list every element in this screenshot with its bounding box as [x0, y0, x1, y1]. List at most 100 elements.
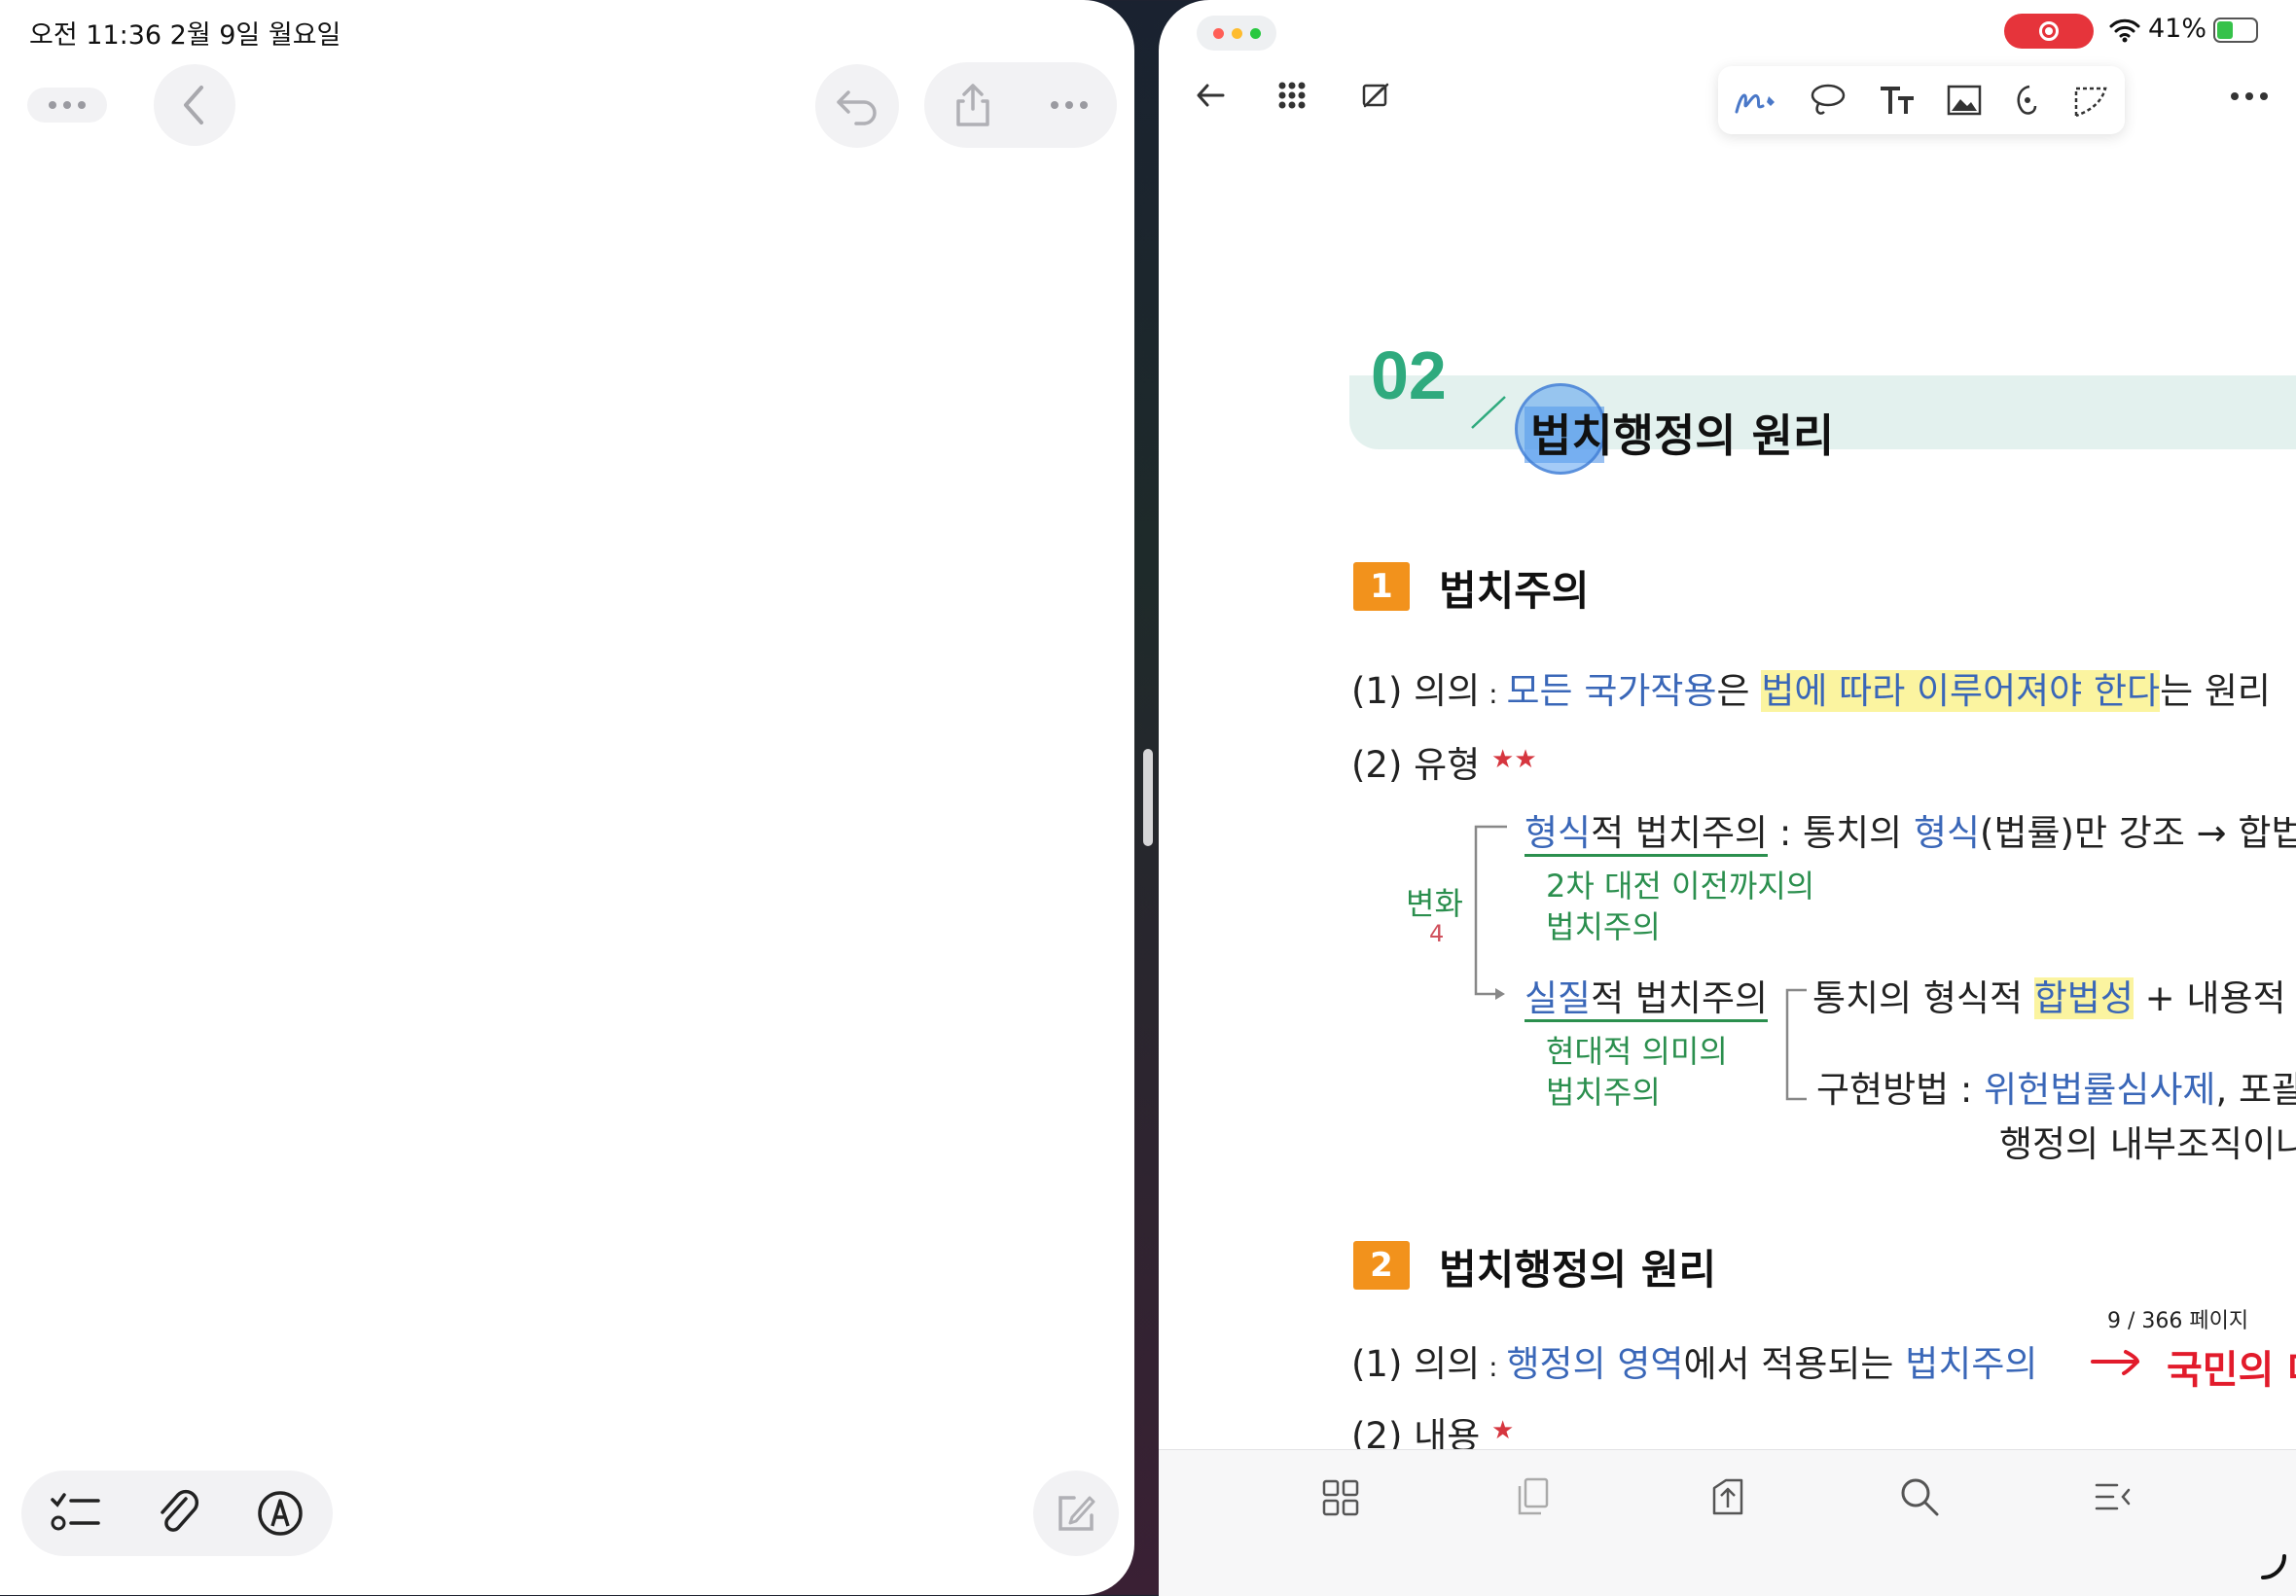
compose-button[interactable]: [1033, 1471, 1119, 1556]
text: 적 법치주의: [1591, 812, 1769, 854]
back-chevron-icon: [184, 86, 203, 124]
text-tool[interactable]: [1879, 85, 1916, 116]
more-icon: [49, 101, 86, 109]
more-menu-button[interactable]: [2230, 82, 2269, 111]
status-time-date: 오전 11:36 2월 9일 월요일: [29, 20, 341, 51]
text: (법률)만 강조 → 합법: [1980, 812, 2296, 854]
colon: :: [1480, 1351, 1507, 1383]
pen-tool[interactable]: [1734, 83, 1778, 118]
markup-pen-icon[interactable]: [256, 1489, 305, 1538]
blue-text: 행정의 영역: [1506, 1343, 1684, 1385]
export-icon[interactable]: [1708, 1474, 1747, 1517]
compose-icon: [1058, 1496, 1095, 1531]
substantive-term: 실질적 법치주의: [1525, 977, 1769, 1022]
text: 에서 적용되는: [1683, 1343, 1906, 1385]
lasso-tool[interactable]: [1809, 83, 1848, 118]
battery-percent: 41%: [2148, 14, 2207, 44]
blue-text: 실질: [1525, 977, 1592, 1019]
image-tool[interactable]: [1947, 85, 1982, 116]
back-arrow-icon: [1197, 84, 1225, 107]
text: 는 원리: [2160, 670, 2271, 712]
annotation-tools: [1718, 66, 2125, 134]
section-2-content: (2) 내용 ★: [1351, 1406, 1514, 1449]
substantive-note-line-1: 현대적 의미의: [1546, 1033, 1728, 1070]
chapter-number: 02: [1371, 337, 1447, 413]
blue-text: 위헌법률심사제: [1984, 1069, 2216, 1111]
shape-icon: [2074, 87, 2107, 118]
lasso-icon: [1812, 84, 1846, 115]
text: 통치의 형식적: [1812, 977, 2034, 1019]
highlighted-text: 법에 따라 이루어져야 한다: [1761, 670, 2161, 712]
back-button[interactable]: [154, 64, 235, 146]
bottom-tools: [21, 1471, 333, 1556]
substantive-note-line-2: 법치주의: [1546, 1074, 1661, 1111]
types-bracket: [1474, 825, 1507, 1000]
blue-text: 형식: [1525, 812, 1592, 854]
implementation-method: 구현방법 : 위헌법률심사제, 포괄: [1816, 1060, 2296, 1113]
label: (1) 의의: [1351, 1343, 1481, 1385]
implementation-method-line-2: 행정의 내부조직이나: [1999, 1123, 2296, 1165]
formal-term: 형식적 법치주의: [1525, 812, 1769, 857]
text: + 내용적: [2133, 977, 2286, 1019]
pen-tool-icon: [1735, 93, 1775, 114]
read-mode-button[interactable]: [1356, 76, 1395, 115]
pencil-slash-icon: [1362, 83, 1389, 108]
battery-icon: [2213, 18, 2258, 43]
formal-rule-of-law: 형식적 법치주의 : 통치의 형식(법률)만 강조 → 합법: [1525, 803, 2296, 857]
section-2-title: 법치행정의 원리: [1439, 1246, 1717, 1294]
handwritten-arrow: [2091, 1350, 2140, 1375]
label: (2) 내용: [1351, 1415, 1481, 1449]
eraser-tool[interactable]: [2012, 83, 2041, 118]
change-count: 4: [1429, 920, 1445, 947]
more-icon[interactable]: [1051, 101, 1088, 109]
paperclip-icon[interactable]: [157, 1489, 199, 1538]
section-1-types: (2) 유형 ★★: [1351, 735, 1537, 788]
undo-button[interactable]: [815, 64, 899, 148]
label: 구현방법 :: [1816, 1069, 1985, 1111]
grid-icon: [1278, 82, 1306, 109]
thumbnail-grid-icon[interactable]: [1321, 1478, 1360, 1517]
substantive-desc: 통치의 형식적 합법성 + 내용적: [1812, 969, 2286, 1021]
text: , 포괄: [2215, 1069, 2296, 1111]
importance-star: ★: [1491, 1416, 1515, 1445]
text: : 통치의: [1768, 812, 1914, 854]
section-1-title: 법치주의: [1439, 567, 1590, 615]
formal-note-line-2: 법치주의: [1546, 908, 1661, 945]
formal-note-line-1: 2차 대전 이전까지의: [1546, 868, 1815, 904]
blue-text: 형식: [1913, 812, 1981, 854]
back-arrow-button[interactable]: [1191, 76, 1230, 115]
highlighted-text: 합법성: [2033, 977, 2134, 1019]
screen-recording-indicator[interactable]: [2004, 14, 2094, 49]
change-note: 변화: [1406, 885, 1463, 922]
pages-icon[interactable]: [1516, 1476, 1551, 1517]
outline-icon[interactable]: [2094, 1480, 2133, 1515]
share-more-group: [924, 62, 1117, 148]
section-2-badge: 2: [1353, 1241, 1410, 1290]
grid-button[interactable]: [1273, 76, 1311, 115]
undo-icon: [837, 90, 877, 125]
text: 적 법치주의: [1591, 977, 1769, 1019]
eraser-icon: [2017, 85, 2037, 115]
handwritten-red-note: 국민의 대: [2167, 1348, 2296, 1393]
more-options-button[interactable]: [27, 88, 107, 123]
substantive-bracket: [1785, 988, 1807, 1101]
chapter-title: 법치행정의 원리: [1530, 409, 1835, 462]
blue-text: 모든 국가작용: [1506, 670, 1717, 712]
window-controls[interactable]: [1197, 16, 1276, 51]
section-1-badge: 1: [1353, 562, 1410, 611]
record-icon: [2039, 21, 2059, 41]
importance-stars: ★★: [1491, 745, 1537, 774]
split-view-divider[interactable]: [1143, 749, 1153, 846]
resize-corner[interactable]: [2259, 1552, 2288, 1581]
pdf-page[interactable]: 02 법치행정의 원리 1 법치주의 (1) 의의 : 모든 국가작용은 법에 …: [1159, 146, 2296, 1449]
substantive-rule-of-law: 실질적 법치주의: [1525, 969, 1769, 1022]
section-1-meaning: (1) 의의 : 모든 국가작용은 법에 따라 이루어져야 한다는 원리: [1351, 661, 2271, 714]
wifi-icon: [2109, 18, 2140, 43]
more-icon: [2231, 92, 2268, 100]
label: (1) 의의: [1351, 670, 1481, 712]
share-icon[interactable]: [953, 82, 992, 128]
search-icon[interactable]: [1899, 1476, 1940, 1517]
checklist-icon[interactable]: [50, 1492, 100, 1535]
label: (2) 유형: [1351, 744, 1481, 786]
shape-tool[interactable]: [2072, 83, 2109, 118]
